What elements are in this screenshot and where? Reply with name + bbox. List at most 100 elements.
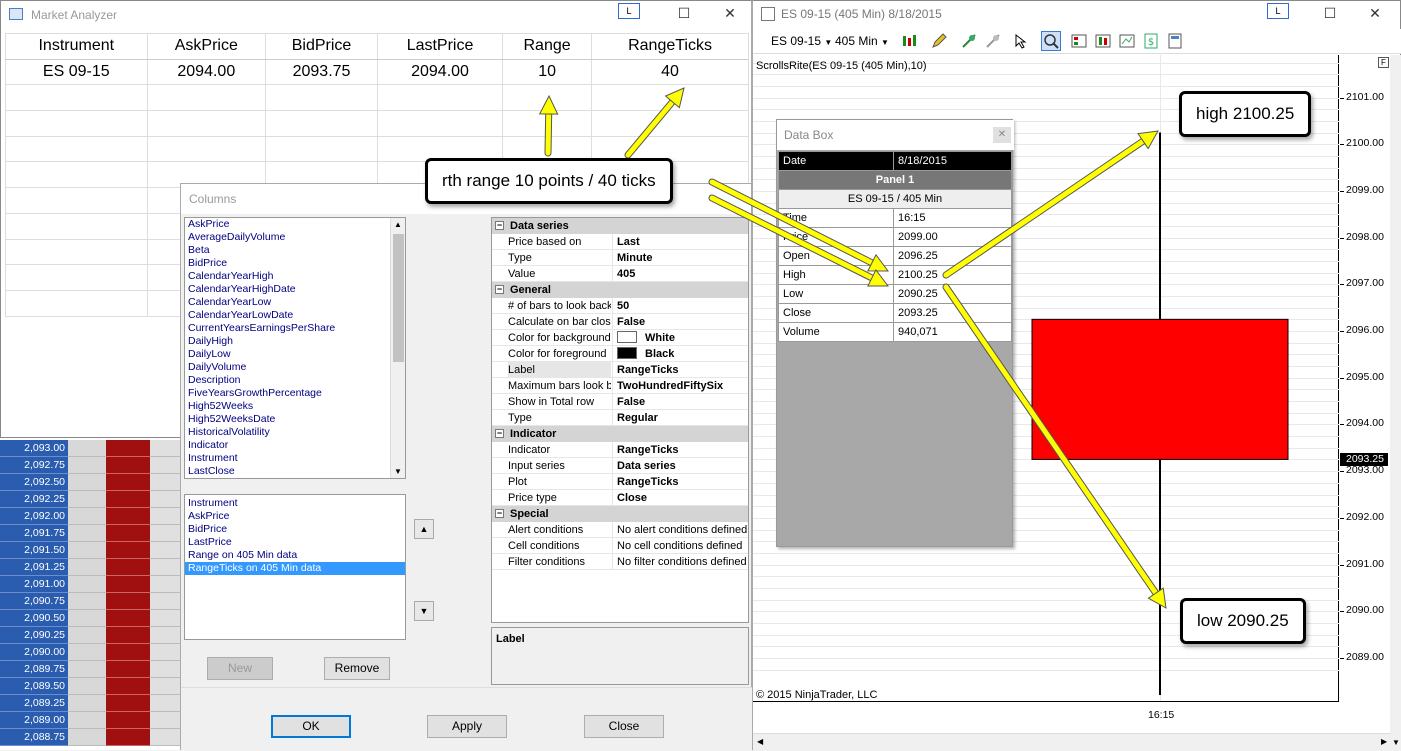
move-down-button[interactable]: ▼ [414, 601, 434, 621]
property-row[interactable]: Cell conditions No cell conditions define… [492, 538, 748, 554]
selected-column-item[interactable]: BidPrice [185, 523, 405, 536]
property-value[interactable]: False [612, 314, 748, 330]
data-box-titlebar[interactable]: Data Box ✕ [777, 120, 1014, 150]
ladder-ask-cell[interactable] [106, 678, 150, 695]
property-row[interactable]: # of bars to look back 50 [492, 298, 748, 314]
grid-cell[interactable] [591, 110, 749, 137]
chart-vertical-scrollbar[interactable]: ▼ [1390, 55, 1401, 751]
ladder-bid-cell[interactable] [68, 627, 106, 644]
property-value[interactable]: RangeTicks [612, 474, 748, 490]
ladder-price[interactable]: 2,089.25 [0, 695, 68, 712]
instrument-selector[interactable]: ES 09-15 ▼ [771, 34, 832, 48]
grid-cell[interactable] [146, 110, 267, 137]
ladder-volume-cell[interactable] [150, 491, 180, 508]
ladder-row[interactable]: 2,089.50 [0, 678, 180, 695]
ladder-ask-cell[interactable] [106, 712, 150, 729]
property-value[interactable]: Close [612, 490, 748, 506]
ladder-row[interactable]: 2,088.75 [0, 729, 180, 746]
property-category[interactable]: − General [492, 282, 748, 298]
ladder-bid-cell[interactable] [68, 542, 106, 559]
grid-cell[interactable] [5, 212, 148, 240]
available-column-item[interactable]: CalendarYearLowDate [185, 309, 405, 322]
ladder-bid-cell[interactable] [68, 508, 106, 525]
ladder-price[interactable]: 2,089.50 [0, 678, 68, 695]
ladder-ask-cell[interactable] [106, 559, 150, 576]
available-column-item[interactable]: LastClose [185, 465, 405, 478]
property-row[interactable]: Label RangeTicks [492, 362, 748, 378]
available-column-item[interactable]: Beta [185, 244, 405, 257]
ladder-bid-cell[interactable] [68, 678, 106, 695]
ladder-bid-cell[interactable] [68, 576, 106, 593]
property-row[interactable]: Type Regular [492, 410, 748, 426]
selected-column-item[interactable]: Range on 405 Min data [185, 549, 405, 562]
ladder-volume-cell[interactable] [150, 508, 180, 525]
grid-cell[interactable] [5, 264, 148, 291]
ladder-row[interactable]: 2,090.75 [0, 593, 180, 610]
property-category[interactable]: − Data series [492, 218, 748, 234]
header-rangeticks[interactable]: RangeTicks [591, 33, 749, 60]
property-value[interactable]: White [612, 330, 748, 346]
grid-cell[interactable] [5, 135, 148, 163]
move-up-button[interactable]: ▲ [414, 519, 434, 539]
candle-body[interactable] [1031, 318, 1289, 460]
properties-icon[interactable] [1167, 33, 1183, 49]
scroll-thumb[interactable] [393, 234, 404, 362]
available-column-item[interactable]: DailyVolume [185, 361, 405, 374]
grid-cell[interactable] [502, 110, 593, 137]
ladder-volume-cell[interactable] [150, 457, 180, 474]
ladder-bid-cell[interactable] [68, 525, 106, 542]
remove-button[interactable]: Remove [324, 657, 390, 680]
grid-cell[interactable] [502, 84, 593, 112]
ladder-bid-cell[interactable] [68, 695, 106, 712]
bar-type-icon[interactable] [901, 33, 923, 49]
ladder-bid-cell[interactable] [68, 712, 106, 729]
ladder-price[interactable]: 2,091.50 [0, 542, 68, 559]
available-column-item[interactable]: DailyLow [185, 348, 405, 361]
collapse-icon[interactable]: − [495, 221, 504, 230]
grid-cell[interactable] [5, 161, 148, 189]
collapse-icon[interactable]: − [495, 429, 504, 438]
ladder-ask-cell[interactable] [106, 627, 150, 644]
ladder-ask-cell[interactable] [106, 610, 150, 627]
maximize-icon[interactable]: ☐ [674, 5, 694, 22]
ladder-row[interactable]: 2,089.25 [0, 695, 180, 712]
ladder-price[interactable]: 2,092.50 [0, 474, 68, 491]
ladder-ask-cell[interactable] [106, 491, 150, 508]
close-button[interactable]: Close [584, 715, 664, 738]
cursor-icon[interactable] [1013, 33, 1029, 49]
property-value[interactable]: 50 [612, 298, 748, 314]
grid-cell[interactable] [591, 84, 749, 112]
available-column-item[interactable]: AverageDailyVolume [185, 231, 405, 244]
property-value[interactable]: Minute [612, 250, 748, 266]
ladder-price[interactable]: 2,092.25 [0, 491, 68, 508]
ladder-price[interactable]: 2,092.00 [0, 508, 68, 525]
ladder-volume-cell[interactable] [150, 440, 180, 457]
scroll-down-icon[interactable]: ▼ [1392, 738, 1400, 747]
cell-instrument[interactable]: ES 09-15 [5, 58, 148, 86]
scroll-right-icon[interactable]: ▶ [1381, 737, 1387, 746]
property-row[interactable]: Color for background White [492, 330, 748, 346]
ok-button[interactable]: OK [271, 715, 351, 738]
ladder-ask-cell[interactable] [106, 576, 150, 593]
property-value[interactable]: No filter conditions defined [612, 554, 748, 570]
available-column-item[interactable]: Description [185, 374, 405, 387]
header-instrument[interactable]: Instrument [5, 33, 148, 60]
link-button[interactable]: L [618, 3, 640, 19]
ladder-volume-cell[interactable] [150, 644, 180, 661]
property-value[interactable]: Black [612, 346, 748, 362]
property-row[interactable]: Type Minute [492, 250, 748, 266]
market-analyzer-titlebar[interactable]: Market Analyzer L ☐ ✕ [1, 1, 751, 29]
interval-selector[interactable]: 405 Min ▼ [835, 34, 889, 48]
grid-cell[interactable] [146, 84, 267, 112]
ladder-volume-cell[interactable] [150, 678, 180, 695]
chart-horizontal-scrollbar[interactable]: ◀ ▶ [753, 733, 1390, 751]
property-row[interactable]: Plot RangeTicks [492, 474, 748, 490]
property-value[interactable]: Data series [612, 458, 748, 474]
available-column-item[interactable]: HistoricalVolatility [185, 426, 405, 439]
cell-bidprice[interactable]: 2093.75 [265, 58, 378, 86]
property-row[interactable]: Filter conditions No filter conditions de… [492, 554, 748, 570]
ladder-volume-cell[interactable] [150, 729, 180, 746]
available-columns-list[interactable]: AskPrice AverageDailyVolume Beta BidPrice Ca… [184, 217, 406, 479]
ladder-ask-cell[interactable] [106, 525, 150, 542]
chart-link-button[interactable]: L [1267, 3, 1289, 19]
